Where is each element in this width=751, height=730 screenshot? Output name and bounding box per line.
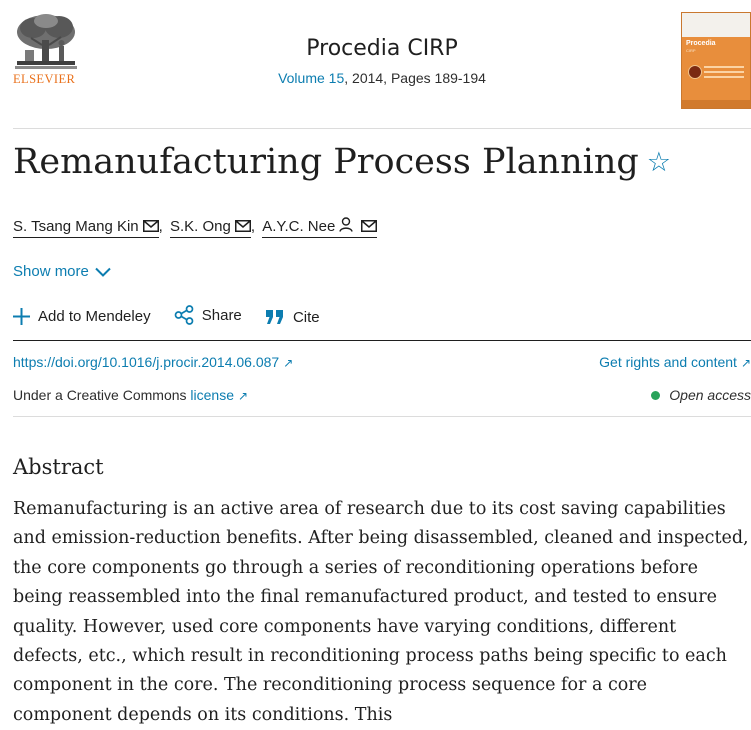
author-list: S. Tsang Mang Kin, S.K. Ong, A.Y.C. Nee xyxy=(13,217,378,238)
add-to-mendeley-button[interactable]: Add to Mendeley xyxy=(13,308,151,325)
elsevier-tree-icon xyxy=(15,14,77,69)
get-rights-link[interactable]: Get rights and content ↗ xyxy=(599,354,751,370)
show-more-label: Show more xyxy=(13,263,89,280)
header-divider xyxy=(13,128,751,129)
journal-meta: Volume 15, 2014, Pages 189-194 xyxy=(150,70,614,86)
cite-label: Cite xyxy=(292,308,320,326)
publisher-name: ELSEVIER xyxy=(13,72,76,86)
external-link-icon: ↗ xyxy=(283,356,294,370)
author-link[interactable]: S. Tsang Mang Kin xyxy=(13,218,159,238)
doi-link[interactable]: https://doi.org/10.1016/j.procir.2014.06… xyxy=(13,354,293,370)
doi-text: https://doi.org/10.1016/j.procir.2014.06… xyxy=(13,354,280,370)
journal-title[interactable]: Procedia CIRP xyxy=(150,36,614,61)
share-button[interactable]: Share xyxy=(174,305,242,325)
add-to-mendeley-label: Add to Mendeley xyxy=(38,308,151,325)
article-title: Remanufacturing Process Planning ☆ xyxy=(13,142,671,182)
quote-icon xyxy=(265,310,283,324)
share-icon xyxy=(174,305,194,325)
cover-text-lines xyxy=(704,66,744,81)
license-link-text: license xyxy=(190,387,234,403)
license-prefix: Under a Creative Commons xyxy=(13,387,191,403)
journal-details: , 2014, Pages 189-194 xyxy=(344,70,486,86)
show-more-button[interactable]: Show more xyxy=(13,263,111,280)
author-name: S. Tsang Mang Kin xyxy=(13,218,139,235)
author-separator: , xyxy=(158,218,163,235)
envelope-icon xyxy=(234,220,251,232)
author-separator: , xyxy=(250,218,256,235)
author-link[interactable]: A.Y.C. Nee xyxy=(262,217,378,238)
volume-link[interactable]: Volume 15 xyxy=(278,70,344,86)
elsevier-logo[interactable]: ELSEVIER xyxy=(13,12,79,87)
author-name: S.K. Ong xyxy=(169,218,231,235)
share-label: Share xyxy=(201,306,242,324)
cover-journal-name: Procedia xyxy=(686,40,716,47)
rights-text: Get rights and content xyxy=(599,354,737,370)
article-title-text: Remanufacturing Process Planning xyxy=(13,142,639,182)
journal-cover-image[interactable]: Procedia CIRP xyxy=(681,12,751,109)
person-icon xyxy=(339,217,354,232)
cite-button[interactable]: Cite xyxy=(265,309,320,326)
open-access-label: Open access xyxy=(669,387,751,403)
article-actions: Add to Mendeley Share Cite xyxy=(13,305,339,329)
author-link[interactable]: S.K. Ong xyxy=(169,218,251,238)
author-name: A.Y.C. Nee xyxy=(262,218,336,235)
license-link[interactable]: license ↗ xyxy=(190,387,248,403)
actions-divider xyxy=(13,340,751,341)
chevron-down-icon xyxy=(95,267,111,277)
open-access-badge: Open access xyxy=(651,387,751,403)
cover-journal-name-2: CIRP xyxy=(686,48,696,53)
open-access-dot-icon xyxy=(651,391,661,400)
abstract-heading: Abstract xyxy=(13,455,104,479)
abstract-text: Remanufacturing is an active area of res… xyxy=(13,499,749,725)
external-link-icon: ↗ xyxy=(238,389,249,403)
cover-seal xyxy=(688,65,702,79)
envelope-icon xyxy=(142,220,159,232)
star-icon[interactable]: ☆ xyxy=(647,147,671,178)
journal-header: Procedia CIRP Volume 15, 2014, Pages 189… xyxy=(150,36,614,86)
envelope-icon xyxy=(361,220,378,232)
plus-icon xyxy=(13,308,30,325)
external-link-icon: ↗ xyxy=(740,356,751,370)
license-line: Under a Creative Commons license ↗ xyxy=(13,387,248,403)
meta-divider xyxy=(13,416,751,417)
